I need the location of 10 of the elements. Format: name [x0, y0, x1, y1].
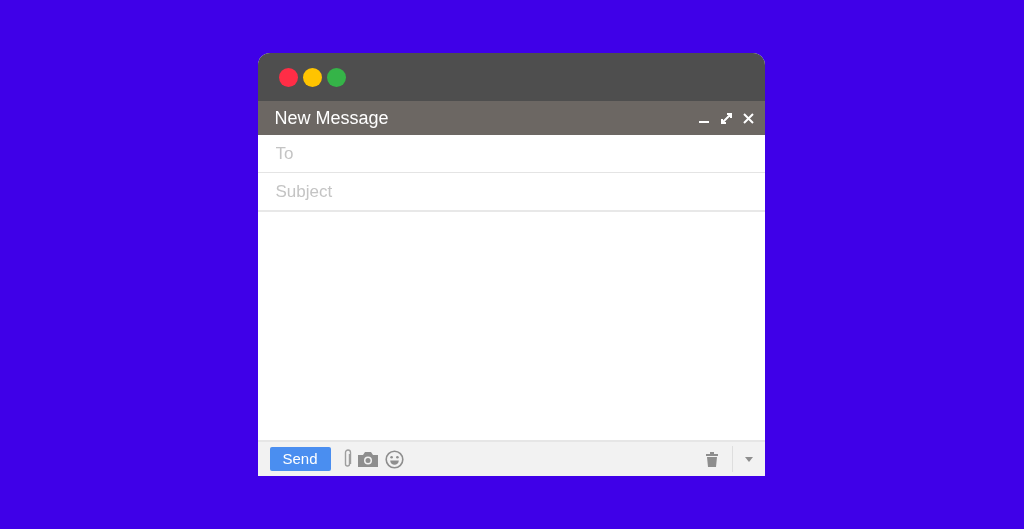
smiley-icon[interactable]	[384, 449, 404, 469]
send-button[interactable]: Send	[269, 447, 331, 471]
to-field[interactable]: To	[257, 135, 765, 173]
close-icon[interactable]	[742, 112, 754, 124]
compose-title: New Message	[274, 106, 389, 130]
trash-icon[interactable]	[705, 451, 718, 467]
paperclip-icon[interactable]	[342, 449, 352, 469]
expand-icon[interactable]	[719, 111, 733, 125]
dropdown-caret-icon[interactable]	[744, 456, 753, 462]
camera-icon[interactable]	[357, 451, 378, 467]
